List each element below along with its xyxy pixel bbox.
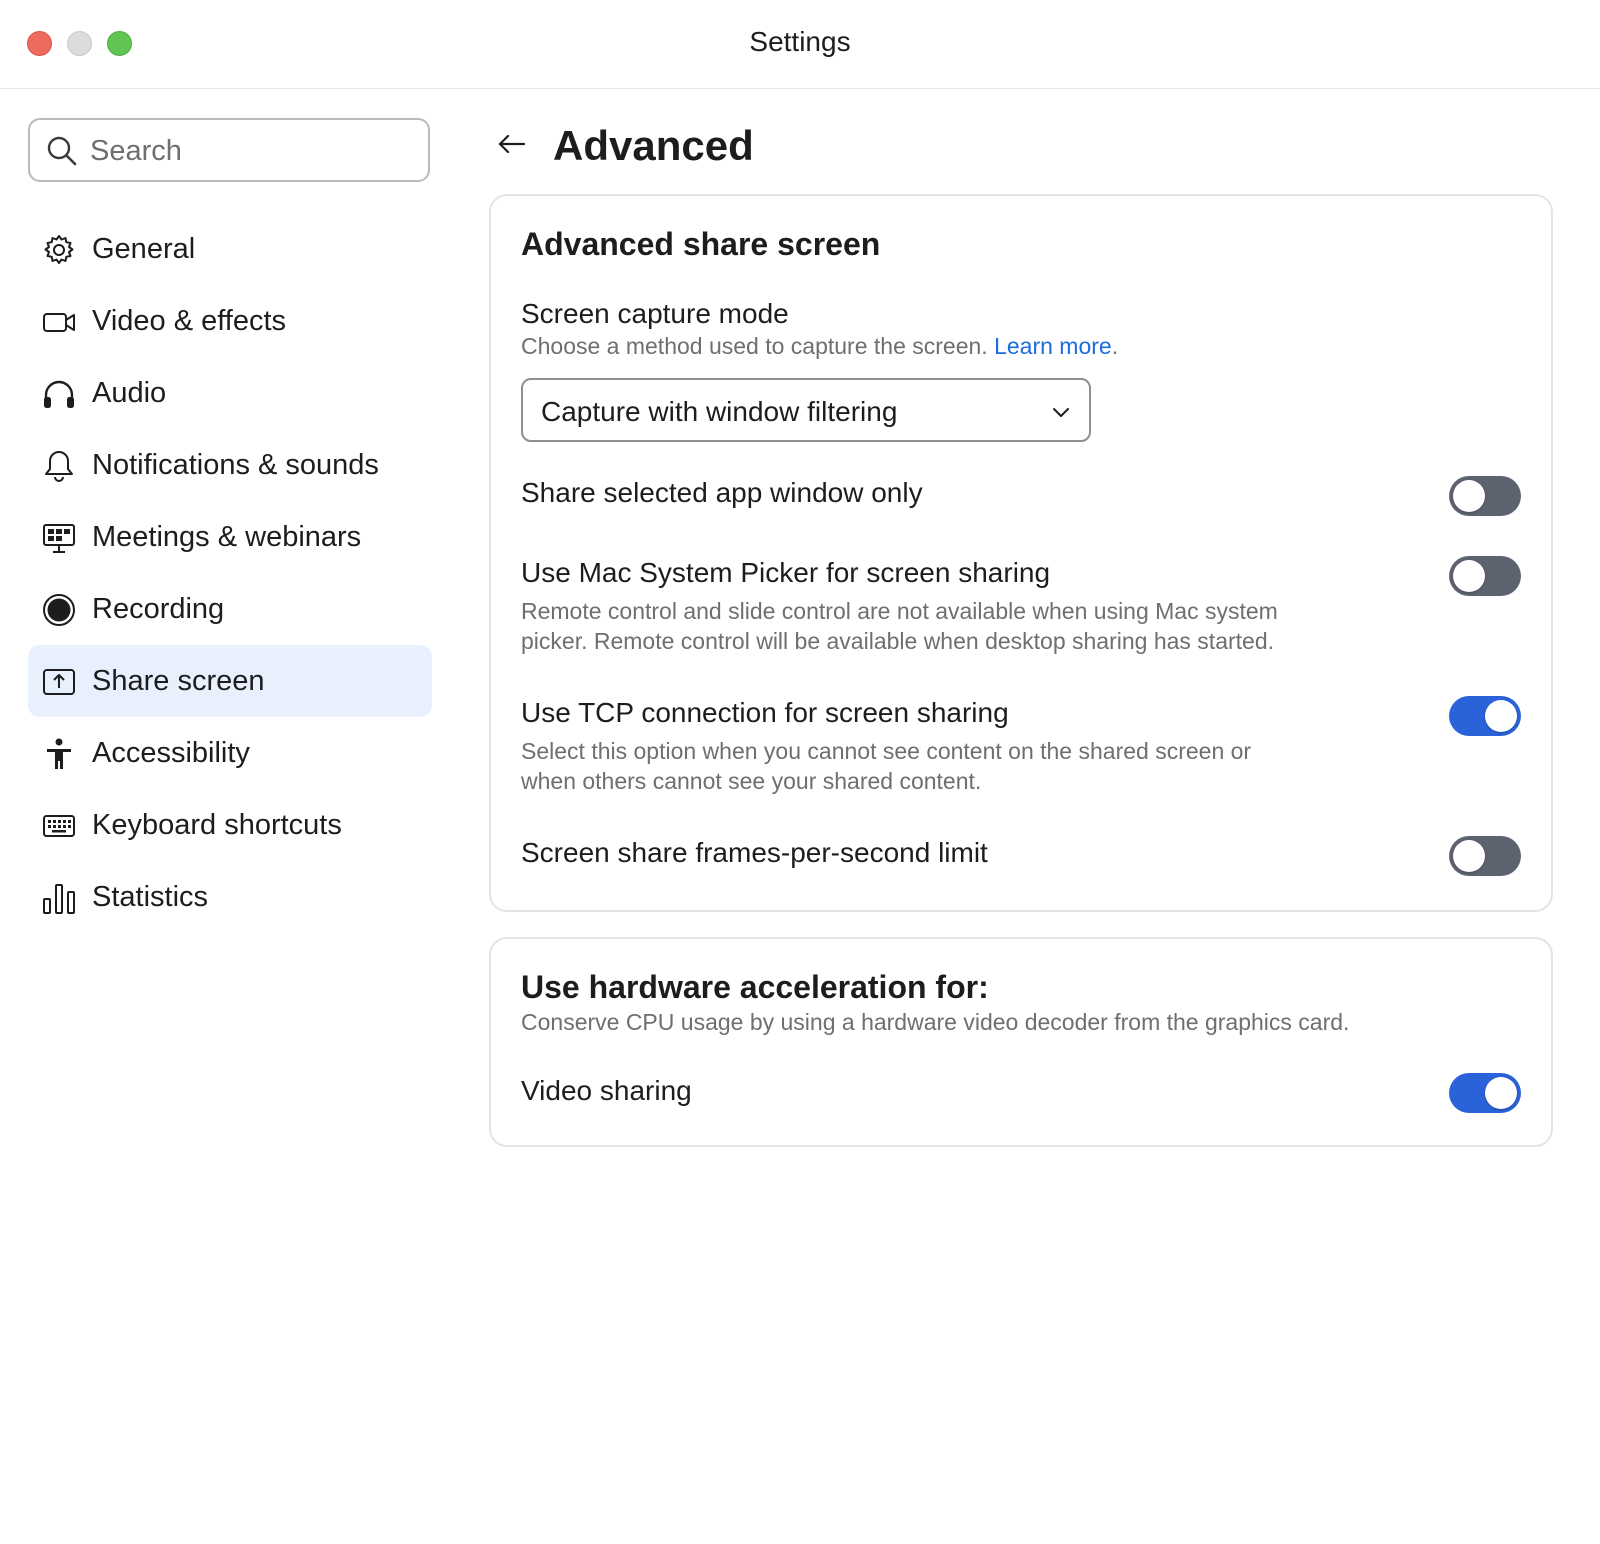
- video-sharing-toggle[interactable]: [1449, 1073, 1521, 1113]
- accessibility-icon: [47, 738, 71, 769]
- sidebar-item-audio[interactable]: Audio: [28, 357, 432, 429]
- fps-limit-toggle[interactable]: [1449, 836, 1521, 876]
- tcp-desc-line-2: when others cannot see your shared conte…: [521, 768, 982, 794]
- search-input[interactable]: [90, 134, 410, 168]
- sidebar-item-keyboard-shortcuts[interactable]: Keyboard shortcuts: [28, 789, 432, 861]
- tcp-title: Use TCP connection for screen sharing: [521, 697, 1009, 728]
- sidebar-item-label: Notifications & sounds: [92, 448, 379, 481]
- tcp-description: Select this option when you cannot see c…: [521, 736, 1251, 796]
- sidebar-item-label: Meetings & webinars: [92, 520, 362, 553]
- sidebar-nav: General Video & effects Audio Notificati…: [28, 213, 432, 933]
- section-heading: Use hardware acceleration for:: [521, 969, 989, 1005]
- sidebar-item-recording[interactable]: Recording: [28, 573, 432, 645]
- toggle-knob: [1453, 480, 1485, 512]
- sidebar-item-label: Accessibility: [92, 736, 250, 769]
- section-heading: Advanced share screen: [521, 226, 881, 262]
- capture-mode-selected-value: Capture with window filtering: [541, 396, 898, 427]
- toggle-knob: [1453, 840, 1485, 872]
- sidebar-item-share-screen[interactable]: Share screen: [28, 645, 432, 717]
- share-screen-icon: [43, 669, 75, 695]
- sidebar-item-accessibility[interactable]: Accessibility: [28, 717, 432, 789]
- sidebar-item-video-effects[interactable]: Video & effects: [28, 285, 432, 357]
- fps-limit-title: Screen share frames-per-second limit: [521, 837, 988, 868]
- sidebar-item-label: Statistics: [92, 880, 209, 913]
- sidebar-item-label: Audio: [92, 376, 167, 409]
- link-suffix: .: [1111, 333, 1119, 359]
- video-camera-icon: [43, 313, 75, 332]
- toggle-knob: [1485, 1077, 1517, 1109]
- sidebar-item-statistics[interactable]: Statistics: [28, 861, 432, 933]
- mac-picker-toggle[interactable]: [1449, 556, 1521, 596]
- tcp-toggle[interactable]: [1449, 696, 1521, 736]
- mac-picker-desc-line-2: picker. Remote control will be available…: [521, 628, 1275, 654]
- sidebar-item-meetings[interactable]: Meetings & webinars: [28, 501, 432, 573]
- bar-chart-icon: [43, 884, 75, 914]
- toggle-knob: [1453, 560, 1485, 592]
- video-sharing-title: Video sharing: [521, 1075, 692, 1106]
- sidebar-item-label: Video & effects: [92, 304, 287, 337]
- share-app-window-title: Share selected app window only: [521, 477, 923, 508]
- toggle-knob: [1485, 700, 1517, 732]
- mac-picker-description: Remote control and slide control are not…: [521, 596, 1278, 656]
- window-title: Settings: [749, 26, 851, 57]
- hardware-description: Conserve CPU usage by using a hardware v…: [521, 1009, 1350, 1035]
- sidebar-item-label: General: [92, 232, 196, 265]
- search-box[interactable]: [28, 118, 430, 182]
- title-bar: Settings: [0, 0, 1600, 89]
- learn-more-link[interactable]: Learn more: [994, 333, 1112, 359]
- back-arrow-icon[interactable]: [496, 128, 528, 160]
- share-app-window-toggle[interactable]: [1449, 476, 1521, 516]
- capture-mode-select[interactable]: Capture with window filtering: [521, 378, 1091, 442]
- capture-mode-description-text: Choose a method used to capture the scre…: [521, 333, 988, 359]
- tcp-desc-line-1: Select this option when you cannot see c…: [521, 738, 1252, 764]
- page-title: Advanced: [553, 122, 754, 169]
- headphones-icon: [44, 380, 74, 408]
- sidebar-item-label: Keyboard shortcuts: [92, 808, 342, 841]
- sidebar-item-notifications[interactable]: Notifications & sounds: [28, 429, 432, 501]
- search-icon: [47, 136, 77, 166]
- sidebar-item-label: Recording: [92, 592, 225, 625]
- mac-picker-title: Use Mac System Picker for screen sharing: [521, 557, 1051, 588]
- chevron-down-icon: [1053, 408, 1069, 417]
- mac-picker-desc-line-1: Remote control and slide control are not…: [521, 598, 1278, 624]
- record-icon: [43, 594, 75, 626]
- keyboard-icon: [43, 815, 75, 837]
- sidebar-item-general[interactable]: General: [28, 213, 432, 285]
- hardware-acceleration-card: Use hardware acceleration for: Conserve …: [489, 937, 1553, 1147]
- capture-mode-title: Screen capture mode: [521, 298, 789, 329]
- bell-icon: [45, 451, 73, 482]
- sidebar-item-label: Share screen: [92, 664, 265, 697]
- gear-icon: [44, 235, 74, 264]
- meetings-icon: [43, 524, 75, 553]
- capture-mode-description: Choose a method used to capture the scre…: [521, 331, 1118, 361]
- advanced-share-screen-card: Advanced share screen Screen capture mod…: [489, 194, 1553, 912]
